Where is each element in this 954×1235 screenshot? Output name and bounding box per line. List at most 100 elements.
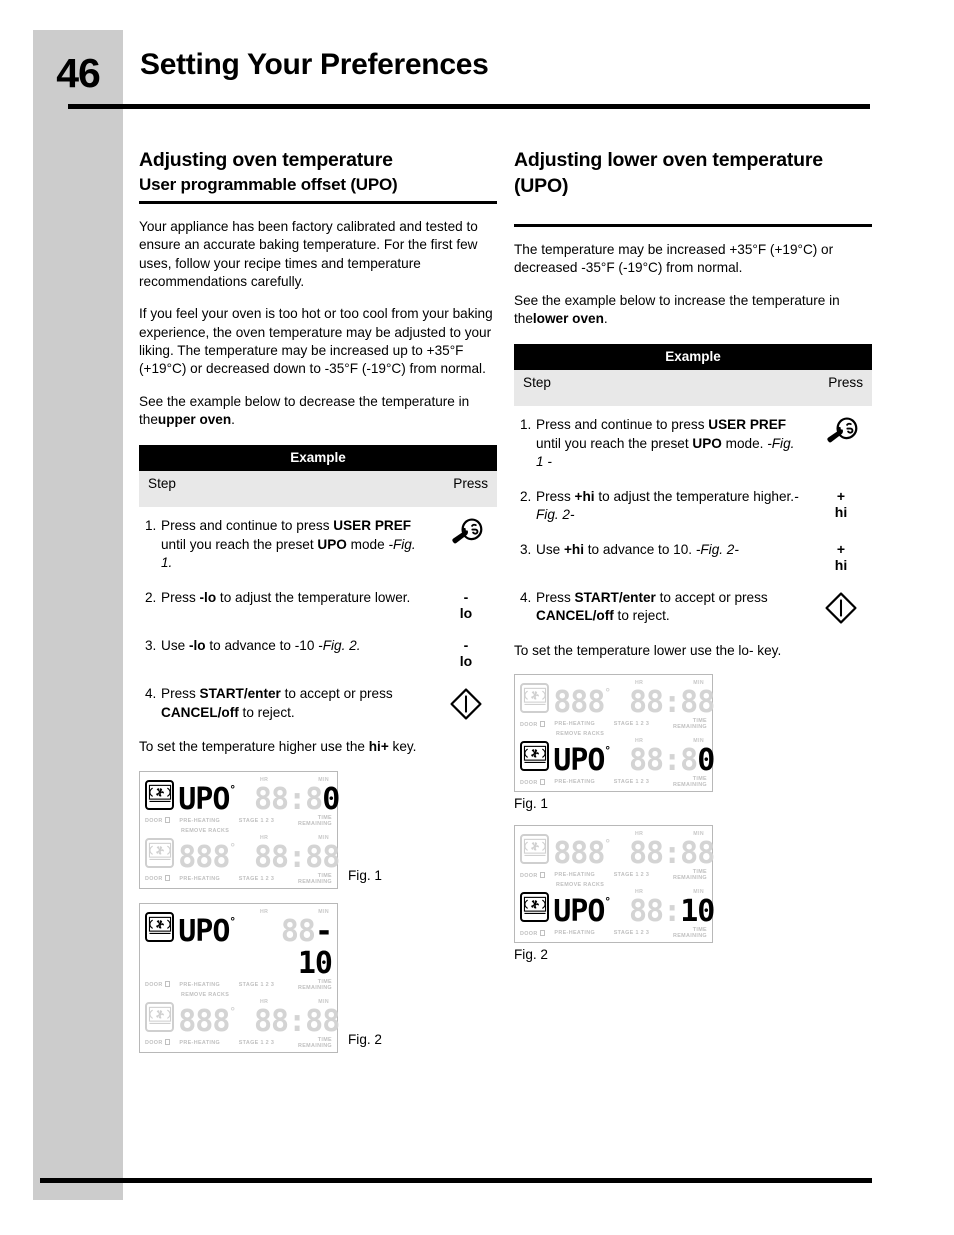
lcd-temp-area: 888° [178, 999, 248, 1038]
key-sign: + [836, 540, 846, 557]
lcd-preheating-label: PRE-HEATING [554, 721, 596, 728]
figure-caption: Fig. 2 [348, 1031, 382, 1047]
lcd-time-ghost: 88 [280, 913, 316, 949]
lcd-time-value: 88:88 [629, 836, 715, 872]
right-table-col-press: Press [828, 375, 863, 391]
step-text-fragment: mode [346, 536, 385, 552]
step-text-fragment: -lo [199, 589, 217, 605]
left-table-col-step: Step [148, 476, 176, 492]
step-press-cell[interactable]: - lo [435, 637, 497, 669]
step-text-fragment: -Fig. 2. [318, 638, 361, 654]
left-example-table: Example Step Press [139, 445, 497, 508]
degree-symbol: ° [604, 895, 611, 909]
step-press-cell[interactable] [810, 416, 872, 446]
step-press-cell[interactable] [435, 685, 497, 721]
step-number: 2. [520, 488, 532, 504]
left-table-subheader: Step Press [139, 471, 497, 508]
step-item: 4. Press START/enter to accept or press C… [514, 589, 872, 626]
door-square-icon [539, 871, 545, 878]
lcd-row: 888° HR MIN 88:88 [145, 835, 340, 874]
door-square-icon [164, 981, 170, 988]
step-item: 1. Press and continue to press USER PREF … [139, 517, 497, 572]
right-table-title: Example [514, 344, 872, 371]
lcd-time-digits: 88:80 [254, 781, 340, 817]
figure-caption: Fig. 1 [348, 867, 382, 883]
right-see-example-tail: . [603, 310, 608, 326]
lcd-time-value: 0 [697, 743, 715, 779]
step-press-cell[interactable]: - lo [435, 589, 497, 621]
left-figures: UPO° HR MIN 88:80 DOOR PRE-HEATING STAGE… [139, 770, 497, 1053]
lcd-time-area: HR MIN 88:88 [254, 999, 340, 1038]
lcd-time-area: HR MIN 88:88 [629, 680, 715, 719]
step-number: 1. [520, 417, 532, 433]
step-text-fragment: to accept or press [655, 589, 768, 605]
lcd-row: 888° HR MIN 88:88 [520, 831, 715, 870]
step-item: 3. Use -lo to advance to -10 -Fig. 2. - l… [139, 637, 497, 669]
step-text-fragment: +hi [563, 541, 584, 557]
lcd-remove-racks-label: REMOVE RACKS [181, 991, 230, 998]
step-text-fragment: USER PREF [333, 518, 412, 534]
lcd-door-label: DOOR [145, 981, 179, 988]
right-column: Adjusting lower oven temperature (UPO) T… [514, 148, 872, 962]
right-figures: 888° HR MIN 88:88 DOOR PRE-HEATING STAGE… [514, 674, 872, 962]
step-press-cell[interactable] [435, 517, 497, 547]
degree-symbol: ° [229, 1004, 236, 1018]
step-press-cell[interactable] [810, 589, 872, 625]
step-text-fragment: -Fig. 2- [692, 541, 739, 557]
lcd-temp-area: 888° [553, 831, 623, 870]
step-text-fragment: to advance to -10 [205, 638, 319, 654]
figure-block: 888° HR MIN 88:88 DOOR PRE-HEATING STAGE… [514, 825, 872, 962]
step-press-cell[interactable]: + hi [810, 541, 872, 573]
left-closing-note: To set the temperature higher use the hi… [139, 738, 497, 756]
step-text-fragment: Press [536, 488, 575, 504]
lcd-temp-value: 888° [553, 685, 611, 721]
oven-fan-icon [520, 683, 550, 714]
oven-fan-icon [520, 834, 550, 865]
lcd-stage-label: STAGE 1 2 3 [613, 872, 650, 879]
lcd-stage-label: STAGE 1 2 3 [613, 721, 650, 728]
lcd-row: UPO° HR MIN 88:10 [520, 889, 715, 928]
step-text-fragment: Press [161, 686, 200, 702]
oven-fan-icon [145, 779, 175, 810]
footer-rule [40, 1178, 872, 1183]
step-text: Use +hi to advance to 10. -Fig. 2- [536, 541, 810, 559]
degree-symbol: ° [229, 782, 236, 796]
step-text-fragment: to reject. [238, 704, 295, 720]
lcd-temp-area: 888° [178, 835, 248, 874]
left-heading-rule [139, 201, 497, 205]
lcd-stage-label: STAGE 1 2 3 [238, 875, 275, 882]
lcd-time-ghost: 88:8 [254, 781, 323, 817]
degree-symbol: ° [604, 837, 611, 851]
right-see-example: See the example below to increase the te… [514, 292, 872, 329]
lcd-door-label: DOOR [145, 1039, 179, 1046]
lcd-time-digits: 88:80 [629, 745, 715, 777]
step-number: 4. [520, 589, 532, 605]
lcd-time-digits: 88-10 [254, 913, 333, 980]
lcd-hr-label: HR [260, 908, 269, 915]
user-pref-wrench-icon [449, 517, 483, 547]
step-text: Press +hi to adjust the temperature high… [536, 488, 810, 525]
lcd-stage-label: STAGE 1 2 3 [238, 981, 275, 988]
lcd-preheating-label: PRE-HEATING [179, 817, 221, 824]
right-table-subheader: Step Press [514, 370, 872, 407]
lcd-time-value: 88:88 [629, 685, 715, 721]
left-table-col-press: Press [453, 476, 488, 492]
lcd-preheating-label: PRE-HEATING [179, 981, 221, 988]
degree-symbol: ° [604, 686, 611, 700]
right-section-heading: Adjusting lower oven temperature (UPO) [514, 149, 823, 197]
door-square-icon [164, 817, 170, 824]
door-square-icon [539, 929, 545, 936]
lcd-temp-value: UPO° [178, 913, 236, 949]
lcd-preheating-label: PRE-HEATING [179, 875, 221, 882]
header-rule [68, 104, 870, 109]
left-section-heading: Adjusting oven temperature [139, 149, 393, 171]
step-press-cell[interactable]: + hi [810, 488, 872, 520]
step-item: 1. Press and continue to press USER PREF … [514, 416, 872, 471]
lcd-row: 888° HR MIN 88:88 [520, 680, 715, 721]
key-label: + hi [835, 488, 847, 520]
figure-block: UPO° HR MIN 88:80 DOOR PRE-HEATING STAGE… [139, 770, 497, 889]
step-number: 2. [145, 589, 157, 605]
lcd-preheating-label: PRE-HEATING [554, 872, 596, 879]
step-text-fragment: UPO [317, 536, 347, 552]
lcd-temp-area: UPO° [178, 909, 248, 948]
